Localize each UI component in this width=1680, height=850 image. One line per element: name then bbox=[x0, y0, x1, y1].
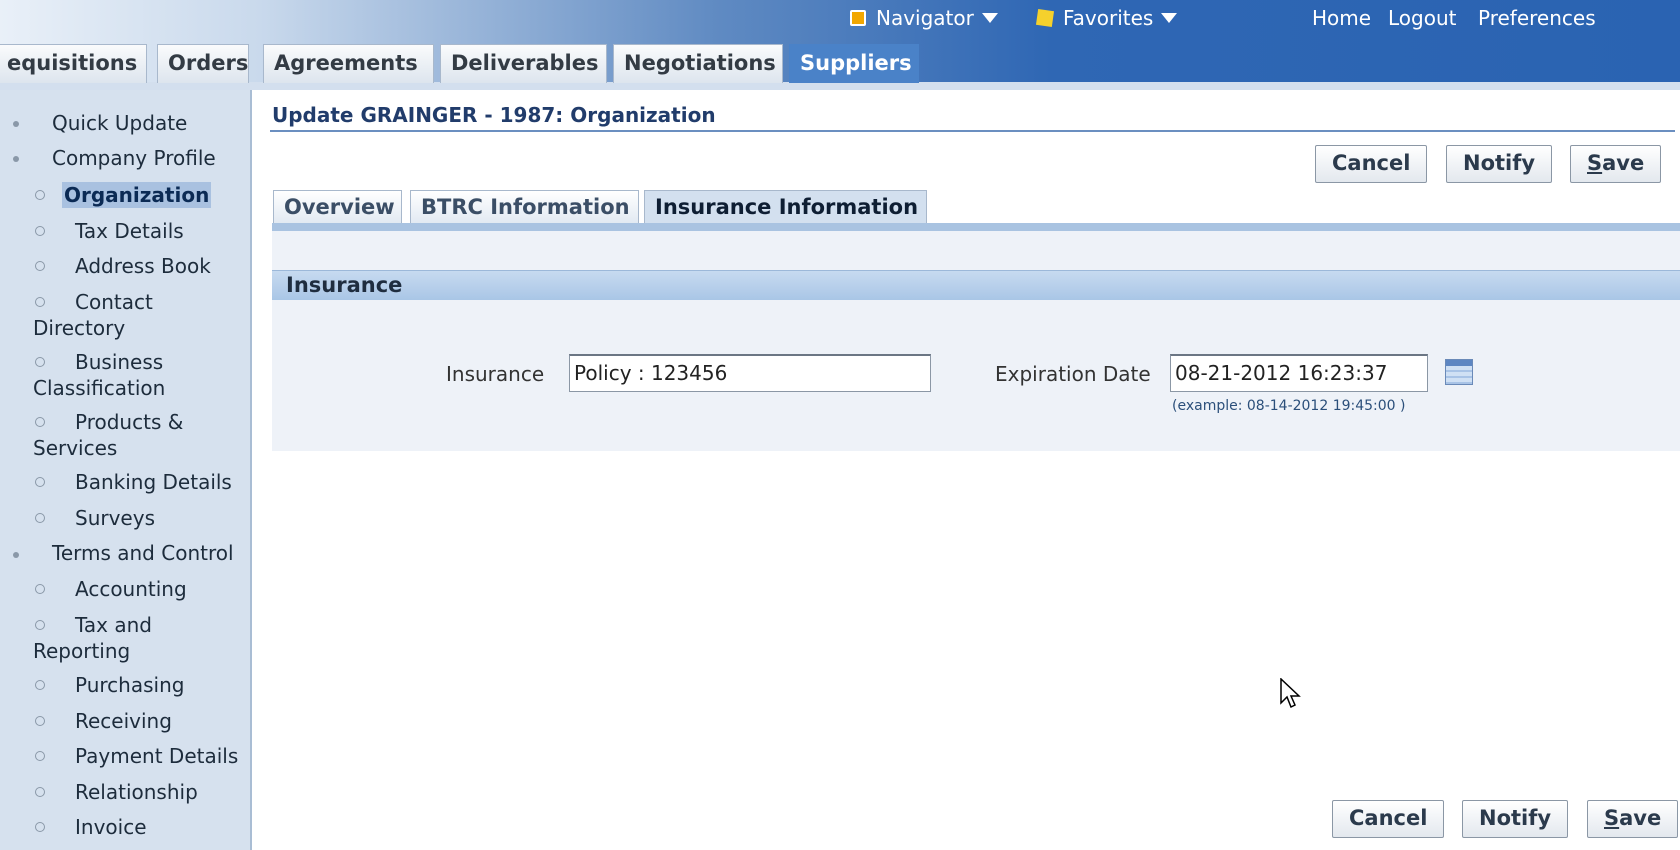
chevron-down-icon bbox=[1161, 13, 1178, 23]
insurance-region bbox=[272, 231, 1680, 451]
preferences-link[interactable]: Preferences bbox=[1478, 6, 1596, 30]
notify-button-top[interactable]: Notify bbox=[1446, 145, 1553, 183]
sidebar-item-contact[interactable]: Contact bbox=[75, 289, 153, 315]
sidebar-item-invoice[interactable]: Invoice bbox=[75, 814, 147, 840]
sidebar-item-tax-and[interactable]: Tax and bbox=[75, 612, 152, 638]
sidebar-item-relationship[interactable]: Relationship bbox=[75, 779, 198, 805]
sidebar-item-products[interactable]: Products & bbox=[75, 409, 183, 435]
logout-link[interactable]: Logout bbox=[1388, 6, 1456, 30]
sidebar-item-surveys[interactable]: Surveys bbox=[75, 505, 155, 531]
navigator-label: Navigator bbox=[876, 6, 974, 30]
bullet-icon bbox=[13, 156, 19, 162]
insurance-input[interactable]: Policy : 123456 bbox=[569, 354, 931, 392]
save-label: ave bbox=[1619, 806, 1662, 830]
ring-bullet-icon bbox=[35, 822, 45, 832]
header-strip bbox=[0, 82, 1680, 90]
expiration-date-input[interactable]: 08-21-2012 16:23:37 bbox=[1170, 354, 1428, 392]
sidebar-item-payment-details[interactable]: Payment Details bbox=[75, 743, 238, 769]
tab-insurance-information[interactable]: Insurance Information bbox=[644, 190, 927, 224]
section-title: Insurance bbox=[286, 273, 403, 297]
tab-orders[interactable]: Orders bbox=[157, 44, 249, 83]
navigator-icon bbox=[850, 10, 866, 26]
ring-bullet-icon bbox=[35, 680, 45, 690]
tab-agreements[interactable]: Agreements bbox=[263, 44, 434, 83]
ring-bullet-icon bbox=[35, 751, 45, 761]
bullet-icon bbox=[13, 552, 19, 558]
sidebar-item-accounting[interactable]: Accounting bbox=[75, 576, 187, 602]
subtab-divider bbox=[272, 223, 1680, 231]
insurance-section-header: Insurance bbox=[272, 270, 1680, 300]
notify-button-bottom[interactable]: Notify bbox=[1462, 800, 1569, 838]
ring-bullet-icon bbox=[35, 357, 45, 367]
ring-bullet-icon bbox=[35, 477, 45, 487]
tab-requisitions[interactable]: equisitions bbox=[0, 44, 147, 83]
sidebar-item-business[interactable]: Business bbox=[75, 349, 163, 375]
insurance-label: Insurance bbox=[446, 362, 545, 386]
sidebar-item-company-profile[interactable]: Company Profile bbox=[52, 145, 216, 171]
calendar-icon[interactable] bbox=[1445, 359, 1473, 385]
sidebar-item-tax-details[interactable]: Tax Details bbox=[75, 218, 184, 244]
save-accesskey: S bbox=[1587, 151, 1603, 175]
sidebar-item-terms-and-control[interactable]: Terms and Control bbox=[52, 540, 234, 566]
sidebar-item-quick-update[interactable]: Quick Update bbox=[52, 110, 187, 136]
ring-bullet-icon bbox=[35, 787, 45, 797]
tab-overview[interactable]: Overview bbox=[273, 190, 402, 224]
ring-bullet-icon bbox=[35, 261, 45, 271]
tab-suppliers[interactable]: Suppliers bbox=[789, 44, 919, 83]
tab-btrc-information[interactable]: BTRC Information bbox=[410, 190, 639, 224]
tab-deliverables[interactable]: Deliverables bbox=[440, 44, 607, 83]
save-button-top[interactable]: Save bbox=[1570, 145, 1662, 183]
sidebar-item-address-book[interactable]: Address Book bbox=[75, 253, 211, 279]
ring-bullet-icon bbox=[35, 417, 45, 427]
save-accesskey: S bbox=[1604, 806, 1620, 830]
favorites-menu[interactable]: Favorites bbox=[1035, 6, 1178, 30]
ring-bullet-icon bbox=[35, 297, 45, 307]
ring-bullet-icon bbox=[35, 584, 45, 594]
sidebar-item-receiving[interactable]: Receiving bbox=[75, 708, 172, 734]
sidebar-item-banking-details[interactable]: Banking Details bbox=[75, 469, 232, 495]
sidebar-item-tax-and-cont[interactable]: Reporting bbox=[33, 638, 130, 664]
title-divider bbox=[270, 130, 1675, 132]
expiration-date-label: Expiration Date bbox=[995, 362, 1151, 386]
home-link[interactable]: Home bbox=[1312, 6, 1371, 30]
favorites-label: Favorites bbox=[1063, 6, 1154, 30]
cancel-button-top[interactable]: Cancel bbox=[1315, 145, 1428, 183]
ring-bullet-icon bbox=[35, 620, 45, 630]
navigator-menu[interactable]: Navigator bbox=[850, 6, 998, 30]
save-button-bottom[interactable]: Save bbox=[1587, 800, 1679, 838]
sidebar-item-purchasing[interactable]: Purchasing bbox=[75, 672, 184, 698]
chevron-down-icon bbox=[981, 13, 998, 23]
sidebar-item-products-cont[interactable]: Services bbox=[33, 435, 117, 461]
sidebar-item-organization[interactable]: Organization bbox=[62, 182, 212, 208]
mouse-cursor-icon bbox=[1280, 678, 1301, 709]
page-title: Update GRAINGER - 1987: Organization bbox=[272, 103, 716, 127]
date-format-hint: (example: 08-14-2012 19:45:00 ) bbox=[1172, 398, 1406, 414]
save-label: ave bbox=[1602, 151, 1645, 175]
sidebar-item-business-cont[interactable]: Classification bbox=[33, 375, 165, 401]
favorites-icon bbox=[1035, 8, 1055, 28]
side-navigation: Quick Update Company Profile Organizatio… bbox=[0, 90, 252, 850]
ring-bullet-icon bbox=[35, 716, 45, 726]
ring-bullet-icon bbox=[35, 190, 45, 200]
bullet-icon bbox=[13, 121, 19, 127]
sidebar-item-contact-cont[interactable]: Directory bbox=[33, 315, 125, 341]
ring-bullet-icon bbox=[35, 226, 45, 236]
ring-bullet-icon bbox=[35, 513, 45, 523]
cancel-button-bottom[interactable]: Cancel bbox=[1332, 800, 1445, 838]
tab-negotiations[interactable]: Negotiations bbox=[613, 44, 783, 83]
